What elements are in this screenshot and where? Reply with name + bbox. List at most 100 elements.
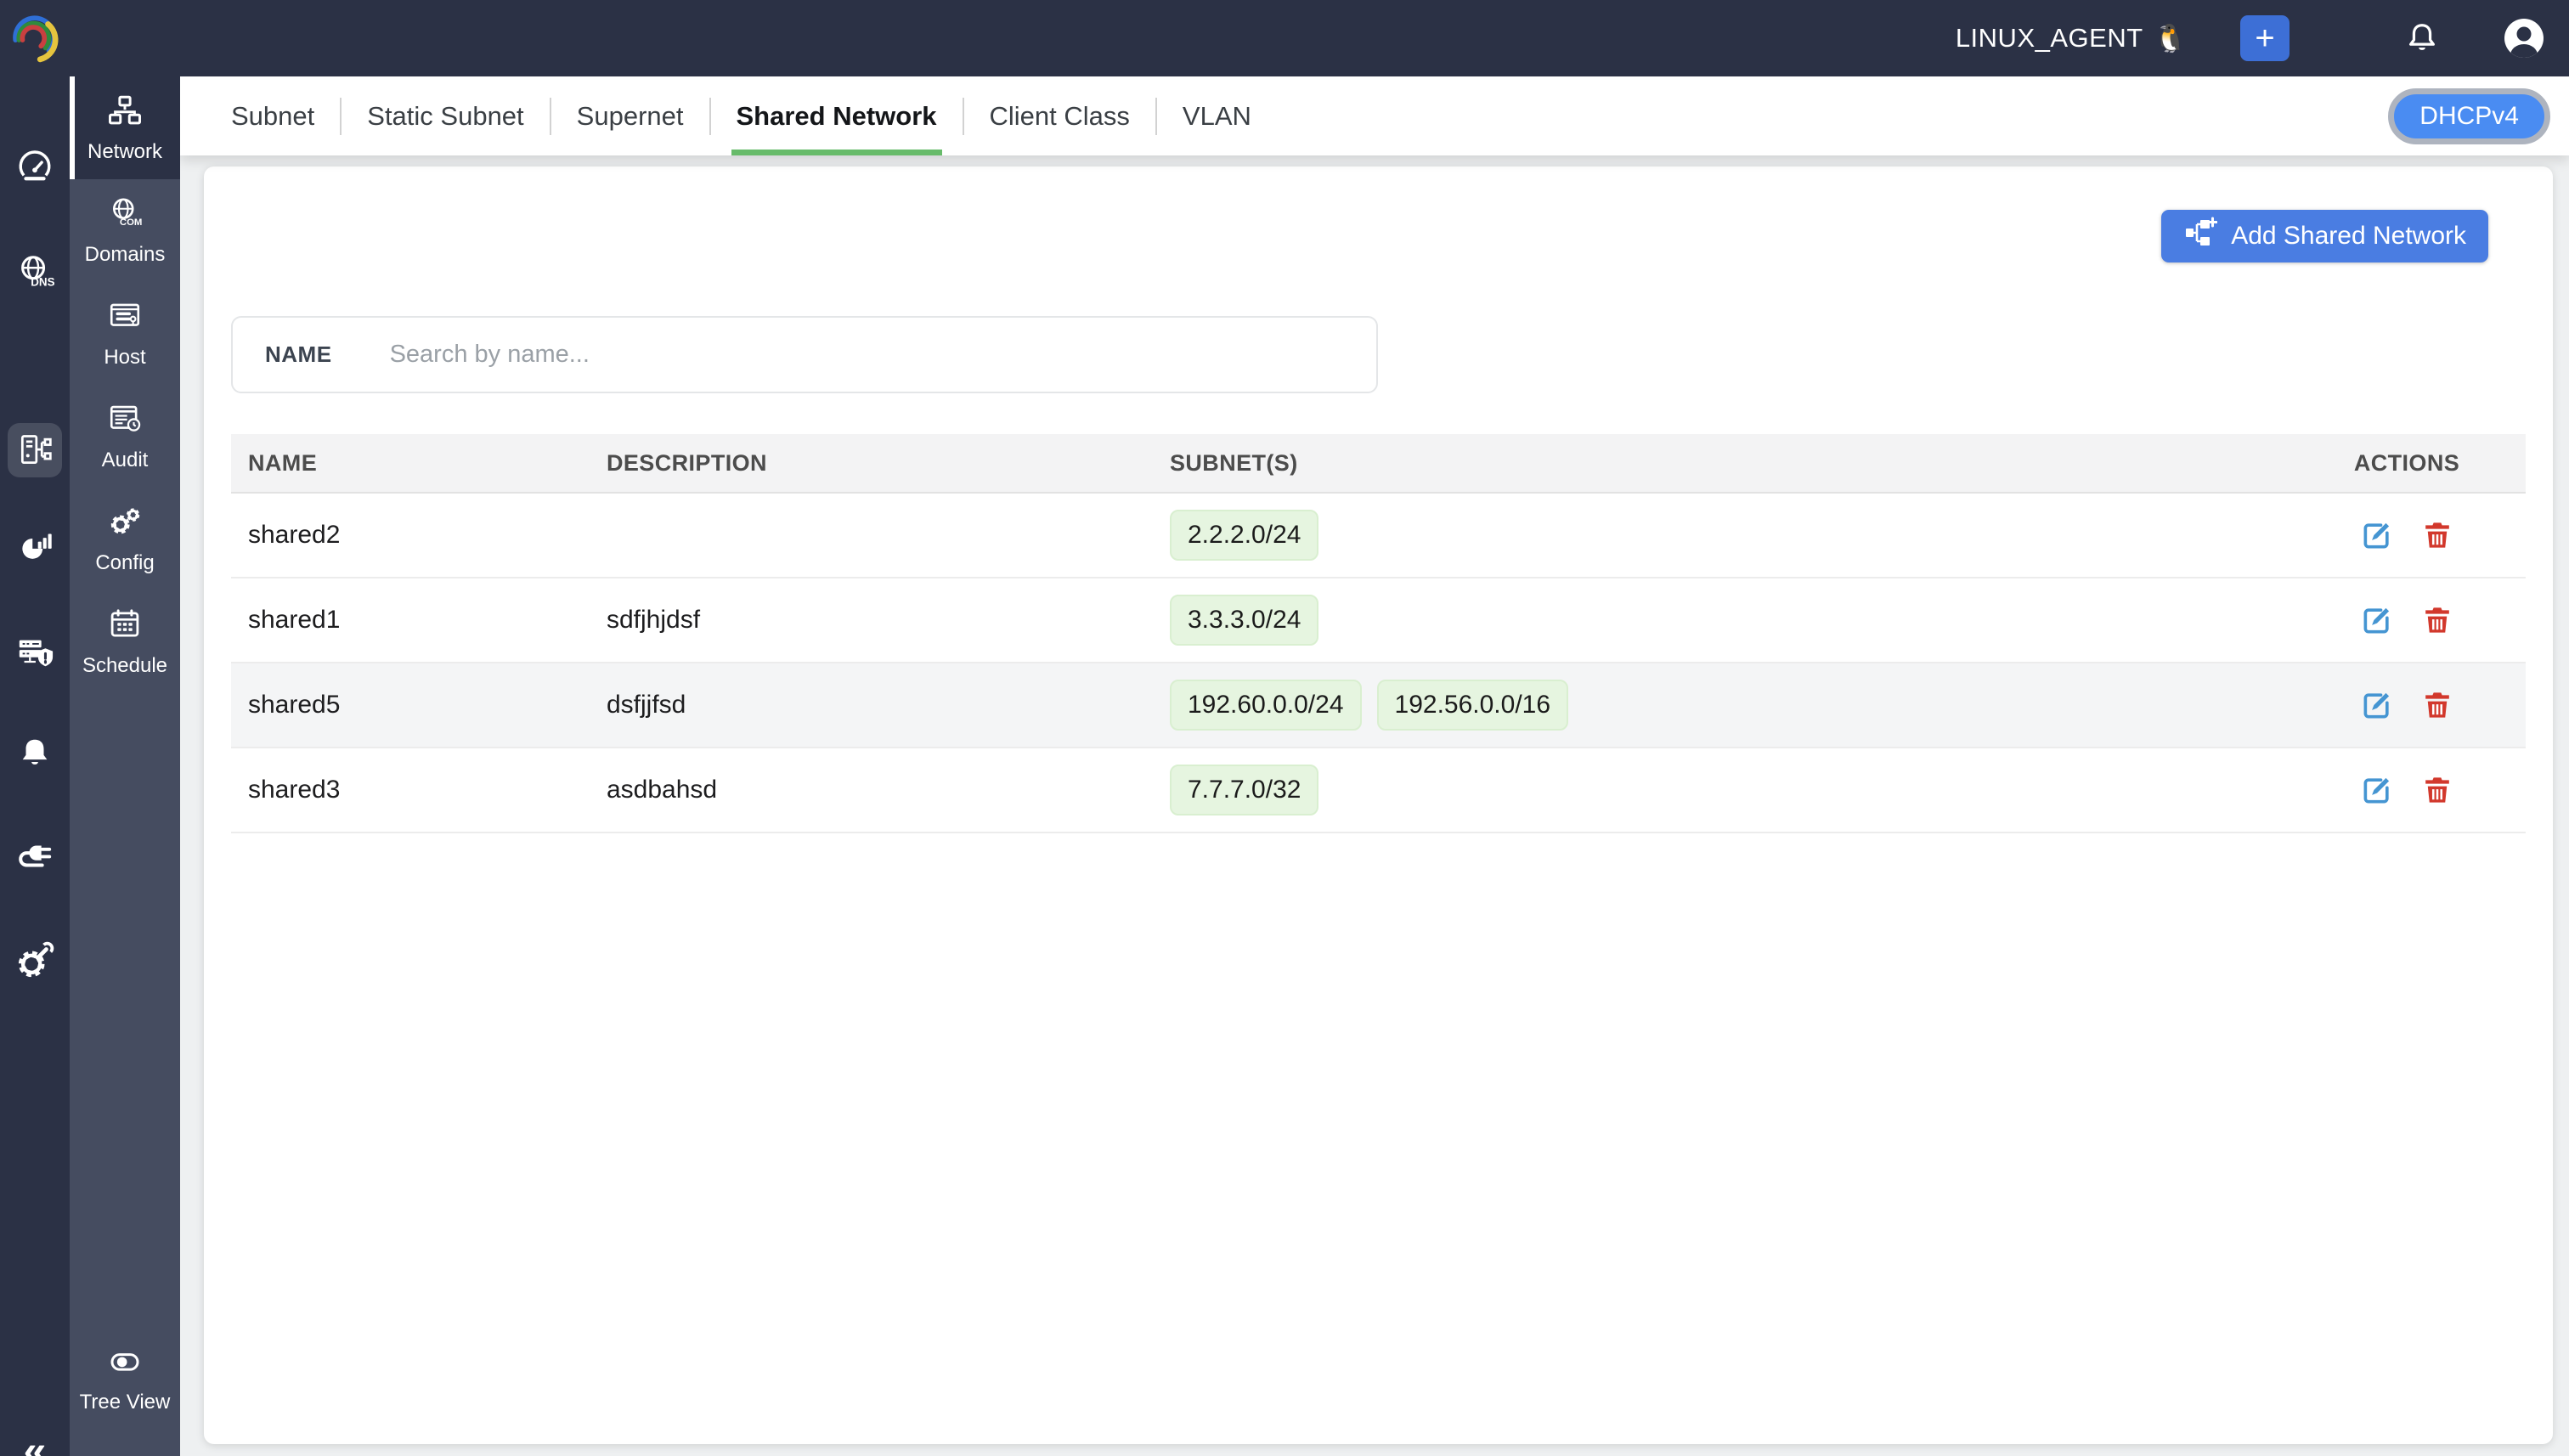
sidebar-item-label: Host xyxy=(104,346,145,370)
subnet-chip: 2.2.2.0/24 xyxy=(1170,510,1318,561)
settings-gear-icon[interactable] xyxy=(0,941,70,980)
topbar: LINUX_AGENT 🐧 + xyxy=(0,0,2569,76)
table-row: shared5 dsfjjfsd 192.60.0.0/24 192.56.0.0… xyxy=(231,663,2526,748)
sidebar-item-audit[interactable]: Audit xyxy=(70,385,180,488)
row-subnets: 192.60.0.0/24 192.56.0.0/16 xyxy=(1170,680,2288,731)
security-icon[interactable] xyxy=(0,633,70,672)
add-shared-network-button[interactable]: Add Shared Network xyxy=(2161,210,2488,262)
collapse-sidebar-icon[interactable]: « xyxy=(0,1431,70,1456)
ipam-icon[interactable] xyxy=(8,423,62,477)
row-actions xyxy=(2288,688,2526,722)
penguin-icon: 🐧 xyxy=(2154,22,2188,54)
sidebar-item-label: Config xyxy=(95,551,154,575)
topbar-actions: LINUX_AGENT 🐧 + xyxy=(1956,15,2569,61)
audit-icon xyxy=(107,401,143,441)
sidebar-item-label: Audit xyxy=(102,449,149,472)
row-actions xyxy=(2288,773,2526,807)
table-body: shared2 2.2.2.0/24 shared1 sdfjhjdsf 3.3… xyxy=(231,494,2526,833)
sidebar-item-network[interactable]: Network xyxy=(70,76,180,179)
main-content: SubnetStatic SubnetSupernetShared Networ… xyxy=(180,76,2569,1456)
svg-text:COM: COM xyxy=(120,217,143,228)
sidebar-item-label: Domains xyxy=(85,243,166,267)
delete-icon[interactable] xyxy=(2421,604,2453,636)
primary-sidebar: DNS xyxy=(0,76,70,1456)
column-header-name: NAME xyxy=(231,450,607,477)
subnet-chip: 192.56.0.0/16 xyxy=(1377,680,1569,731)
row-name: shared5 xyxy=(231,691,607,720)
delete-icon[interactable] xyxy=(2421,519,2453,551)
row-description: asdbahsd xyxy=(607,776,1170,804)
sidebar-item-label: Schedule xyxy=(82,654,167,678)
sidebar-item-schedule[interactable]: Schedule xyxy=(70,590,180,693)
delete-icon[interactable] xyxy=(2421,689,2453,721)
row-name: shared3 xyxy=(231,776,607,804)
row-name: shared2 xyxy=(231,521,607,550)
dhcp-mode-badge[interactable]: DHCPv4 xyxy=(2388,88,2550,144)
row-subnets: 3.3.3.0/24 xyxy=(1170,595,2288,646)
row-description: sdfjhjdsf xyxy=(607,606,1170,635)
sidebar-item-config[interactable]: Config xyxy=(70,488,180,590)
notifications-bell-icon[interactable] xyxy=(2404,20,2440,56)
tab-vlan[interactable]: VLAN xyxy=(1157,76,1277,155)
table-row: shared2 2.2.2.0/24 xyxy=(231,494,2526,578)
row-name: shared1 xyxy=(231,606,607,635)
delete-icon[interactable] xyxy=(2421,774,2453,806)
tab-static-subnet[interactable]: Static Subnet xyxy=(342,76,549,155)
edit-icon[interactable] xyxy=(2360,773,2394,807)
app-logo-icon[interactable] xyxy=(0,14,70,63)
row-description: dsfjjfsd xyxy=(607,691,1170,720)
host-icon xyxy=(107,298,143,338)
app-window: LINUX_AGENT 🐧 + xyxy=(0,0,2569,1456)
sidebar-item-host[interactable]: Host xyxy=(70,282,180,385)
sidebar-item-tree-view[interactable]: Tree View xyxy=(70,1328,180,1431)
schedule-icon xyxy=(107,607,143,646)
edit-icon[interactable] xyxy=(2360,603,2394,637)
agent-label: LINUX_AGENT 🐧 xyxy=(1956,22,2188,54)
svg-text:DNS: DNS xyxy=(31,275,54,288)
add-shared-network-label: Add Shared Network xyxy=(2231,222,2466,251)
tabs: SubnetStatic SubnetSupernetShared Networ… xyxy=(206,76,1277,155)
edit-icon[interactable] xyxy=(2360,688,2394,722)
search-name-label: NAME xyxy=(265,341,332,368)
subnet-chip: 3.3.3.0/24 xyxy=(1170,595,1318,646)
user-avatar[interactable] xyxy=(2503,17,2545,59)
sidebar-item-label: Tree View xyxy=(80,1391,171,1414)
tree-view-toggle-icon xyxy=(108,1345,142,1383)
dns-icon[interactable]: DNS xyxy=(0,253,70,292)
tabbar: SubnetStatic SubnetSupernetShared Networ… xyxy=(180,76,2569,155)
column-header-description: DESCRIPTION xyxy=(607,450,1170,477)
table-header: NAME DESCRIPTION SUBNET(S) ACTIONS xyxy=(231,434,2526,494)
sidebar-spacer xyxy=(70,693,180,1328)
sidebar-item-label: Network xyxy=(88,140,162,164)
subnet-chip: 192.60.0.0/24 xyxy=(1170,680,1362,731)
secondary-sidebar: Network COM Domains xyxy=(70,76,180,1456)
config-icon xyxy=(107,504,143,544)
add-network-icon xyxy=(2183,216,2217,257)
column-header-subnets: SUBNET(S) xyxy=(1170,450,2288,477)
table-row: shared3 asdbahsd 7.7.7.0/32 xyxy=(231,748,2526,833)
content-card: Add Shared Network NAME NAME DESCRIPTION… xyxy=(204,166,2553,1444)
tab-client-class[interactable]: Client Class xyxy=(964,76,1155,155)
row-actions xyxy=(2288,518,2526,552)
row-actions xyxy=(2288,603,2526,637)
search-box: NAME xyxy=(231,316,1378,393)
network-icon xyxy=(107,93,143,133)
alerts-bell-icon[interactable] xyxy=(0,735,70,770)
connections-plug-icon[interactable] xyxy=(0,836,70,875)
row-subnets: 7.7.7.0/32 xyxy=(1170,765,2288,815)
domains-icon: COM xyxy=(107,195,143,235)
dashboard-icon[interactable] xyxy=(0,145,70,184)
add-quick-button[interactable]: + xyxy=(2240,15,2290,61)
sidebar-item-domains[interactable]: COM Domains xyxy=(70,179,180,282)
table-row: shared1 sdfjhjdsf 3.3.3.0/24 xyxy=(231,578,2526,663)
row-subnets: 2.2.2.0/24 xyxy=(1170,510,2288,561)
shared-network-table: NAME DESCRIPTION SUBNET(S) ACTIONS share… xyxy=(231,434,2526,833)
edit-icon[interactable] xyxy=(2360,518,2394,552)
stats-icon[interactable] xyxy=(0,529,70,567)
tab-subnet[interactable]: Subnet xyxy=(206,76,340,155)
search-input[interactable] xyxy=(388,340,1351,370)
subnet-chip: 7.7.7.0/32 xyxy=(1170,765,1318,815)
tab-supernet[interactable]: Supernet xyxy=(551,76,709,155)
tab-shared-network[interactable]: Shared Network xyxy=(711,76,963,155)
column-header-actions: ACTIONS xyxy=(2288,450,2526,477)
